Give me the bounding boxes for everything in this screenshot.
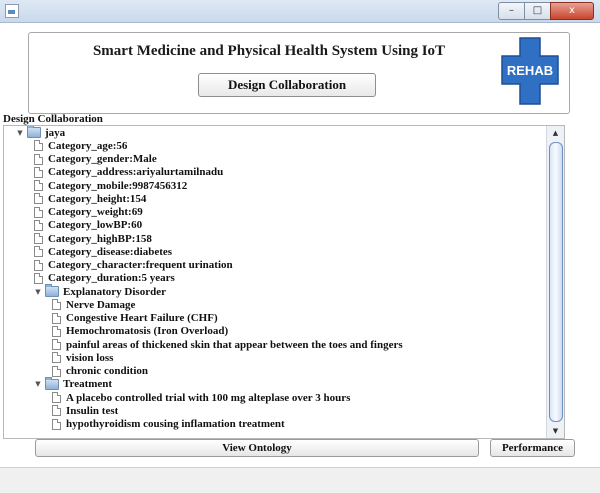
- document-icon: [34, 246, 43, 258]
- tree-node-label: Category_lowBP:60: [48, 219, 143, 232]
- tree-node-label: Hemochromatosis (Iron Overload): [66, 325, 229, 338]
- tree-leaf-node[interactable]: Category_disease:diabetes: [34, 245, 172, 258]
- document-icon: [52, 365, 61, 377]
- folder-icon: [27, 126, 41, 138]
- tree-leaf-node[interactable]: Congestive Heart Failure (CHF): [52, 312, 218, 325]
- document-icon: [34, 206, 43, 218]
- document-icon: [34, 259, 43, 271]
- tree-node-label: A placebo controlled trial with 100 mg a…: [66, 391, 351, 404]
- tree-node-label: Category_character:frequent urination: [48, 259, 233, 271]
- performance-button[interactable]: Performance: [490, 439, 575, 457]
- tree-node-label: Nerve Damage: [66, 298, 136, 311]
- tree-node-label: Category_address:ariyalurtamilnadu: [48, 166, 224, 179]
- section-label: Design Collaboration: [3, 113, 103, 125]
- expand-toggle-icon[interactable]: ▼: [34, 380, 42, 388]
- tree-leaf-node[interactable]: Nerve Damage: [52, 298, 135, 311]
- expand-toggle-icon[interactable]: ▼: [16, 129, 24, 137]
- tree-node-label: Category_disease:diabetes: [48, 245, 173, 258]
- tree-folder-node[interactable]: ▼ jaya: [16, 126, 65, 139]
- tree-node-label: Category_mobile:9987456312: [48, 179, 188, 192]
- document-icon: [34, 180, 43, 191]
- title-bar: – □ x: [0, 0, 600, 23]
- tree-node-label: jaya: [45, 126, 66, 139]
- tree-leaf-node[interactable]: Category_age:56: [34, 139, 127, 152]
- tree-folder-node[interactable]: ▼ Treatment: [34, 376, 113, 391]
- logo-text: REHAB: [507, 63, 553, 78]
- tree-node-label: Category_weight:69: [48, 206, 143, 218]
- document-icon: [34, 272, 43, 284]
- document-icon: [34, 153, 43, 165]
- document-icon: [52, 418, 61, 430]
- expand-toggle-icon[interactable]: ▼: [34, 288, 42, 296]
- document-icon: [52, 312, 61, 324]
- tree-node-label: Category_duration:5 years: [48, 272, 175, 285]
- document-icon: [52, 325, 61, 337]
- tree-node-label: Category_age:56: [48, 139, 128, 152]
- tree-leaf-node[interactable]: chronic condition: [52, 365, 148, 378]
- folder-icon: [45, 284, 59, 297]
- tree-leaf-node[interactable]: Category_gender:Male: [34, 153, 157, 166]
- design-collaboration-button[interactable]: Design Collaboration: [198, 73, 376, 97]
- scroll-thumb[interactable]: [549, 142, 563, 422]
- document-icon: [34, 193, 43, 205]
- window-controls: – □ x: [498, 2, 594, 20]
- header-panel: Smart Medicine and Physical Health Syste…: [28, 32, 570, 114]
- view-ontology-button[interactable]: View Ontology: [35, 439, 479, 457]
- folder-icon: [45, 376, 59, 390]
- document-icon: [52, 339, 61, 350]
- tree-leaf-node[interactable]: Insulin test: [52, 404, 118, 417]
- document-icon: [52, 392, 61, 403]
- tree-leaf-node[interactable]: Category_duration:5 years: [34, 272, 175, 285]
- tree-node-label: Treatment: [63, 378, 113, 391]
- tree-leaf-node[interactable]: Category_mobile:9987456312: [34, 179, 187, 192]
- document-icon: [52, 352, 61, 364]
- tree-node-label: Category_highBP:158: [48, 232, 152, 245]
- scroll-down-arrow-icon[interactable]: ▼: [548, 424, 563, 438]
- tree-leaf-node[interactable]: painful areas of thickened skin that app…: [52, 338, 403, 351]
- tree-node-label: hypothyroidism cousing inflamation treat…: [66, 418, 285, 430]
- tree-leaf-node[interactable]: Category_character:frequent urination: [34, 259, 233, 272]
- tree-folder-node[interactable]: ▼ Explanatory Disorder: [34, 284, 166, 298]
- status-bar: [0, 467, 600, 493]
- document-icon: [34, 219, 43, 231]
- document-icon: [34, 233, 43, 244]
- scroll-up-arrow-icon[interactable]: ▲: [548, 126, 563, 140]
- app-title: Smart Medicine and Physical Health Syste…: [92, 43, 446, 59]
- document-icon: [52, 405, 61, 417]
- tree-leaf-node[interactable]: hypothyroidism cousing inflamation treat…: [52, 418, 285, 431]
- tree-leaf-node[interactable]: vision loss: [52, 351, 113, 364]
- tree-node-label: vision loss: [66, 351, 114, 364]
- document-icon: [34, 140, 43, 152]
- app-icon: [5, 4, 19, 18]
- vertical-scrollbar[interactable]: ▲ ▼: [546, 126, 564, 438]
- maximize-button[interactable]: □: [524, 2, 551, 20]
- tree-leaf-node[interactable]: A placebo controlled trial with 100 mg a…: [52, 391, 350, 404]
- tree-node-label: Congestive Heart Failure (CHF): [66, 312, 218, 324]
- tree-panel: ▼ jaya Category_age:56 Category_gender:Male…: [3, 125, 565, 439]
- tree-leaf-node[interactable]: Category_highBP:158: [34, 232, 152, 245]
- document-icon: [52, 299, 61, 311]
- tree-node-label: Category_gender:Male: [48, 153, 157, 165]
- tree-leaf-node[interactable]: Category_height:154: [34, 192, 146, 205]
- document-icon: [34, 166, 43, 178]
- tree-leaf-node[interactable]: Category_weight:69: [34, 206, 143, 219]
- patient-tree[interactable]: ▼ jaya Category_age:56 Category_gender:Male…: [4, 126, 545, 438]
- tree-leaf-node[interactable]: Category_lowBP:60: [34, 219, 142, 232]
- tree-node-label: Explanatory Disorder: [63, 285, 166, 298]
- close-button[interactable]: x: [550, 2, 594, 20]
- rehab-logo: REHAB: [501, 37, 559, 105]
- tree-leaf-node[interactable]: Category_address:ariyalurtamilnadu: [34, 166, 223, 179]
- tree-node-label: Insulin test: [66, 404, 119, 417]
- tree-node-label: chronic condition: [66, 365, 149, 377]
- main-frame: Smart Medicine and Physical Health Syste…: [3, 23, 591, 467]
- tree-leaf-node[interactable]: Hemochromatosis (Iron Overload): [52, 325, 228, 338]
- tree-node-label: Category_height:154: [48, 192, 147, 205]
- tree-node-label: painful areas of thickened skin that app…: [66, 338, 403, 351]
- minimize-button[interactable]: –: [498, 2, 525, 20]
